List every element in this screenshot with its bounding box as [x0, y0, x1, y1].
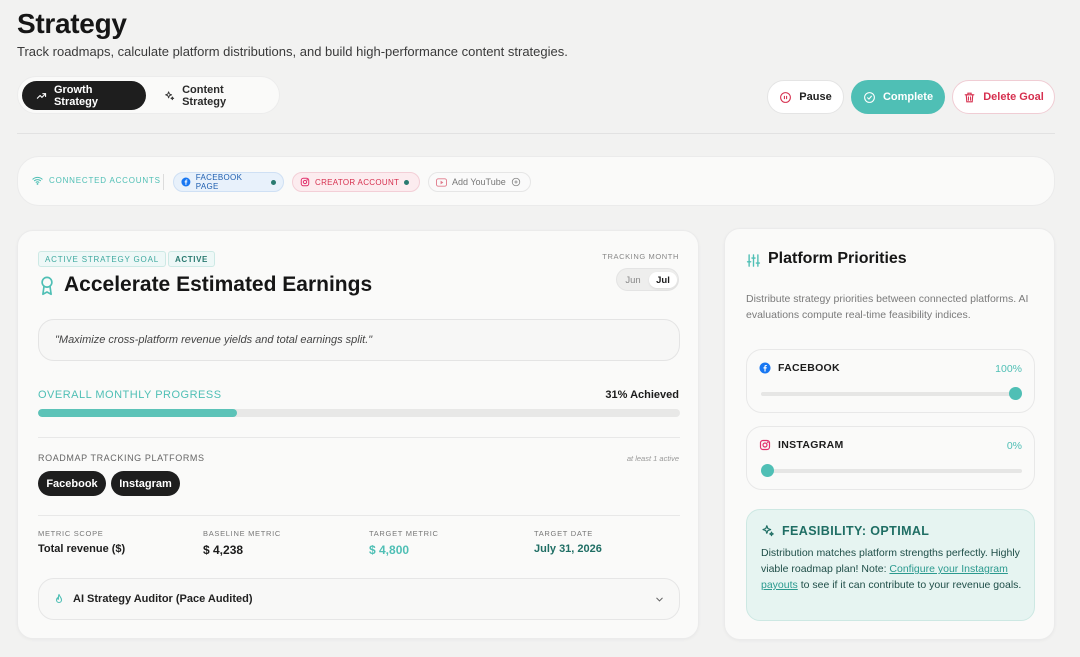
plus-circle-icon [511, 177, 520, 187]
tab-label: Content Strategy [182, 83, 227, 108]
connected-accounts-label: CONNECTED ACCOUNTS [32, 175, 161, 186]
facebook-icon [181, 177, 191, 187]
check-circle-icon [864, 91, 875, 103]
page-title: Strategy [17, 8, 127, 39]
section-divider [38, 437, 680, 438]
metric-scope-value: Total revenue ($) [38, 543, 126, 555]
progress-bar-fill [38, 409, 238, 417]
sliders-icon [746, 254, 761, 267]
goal-description: "Maximize cross-platform revenue yields … [38, 319, 680, 361]
instagram-icon [759, 439, 771, 451]
award-icon [41, 276, 53, 296]
progress-value: 31% Achieved [605, 389, 679, 401]
target-metric-value: $ 4,800 [369, 543, 410, 557]
connected-dot [404, 179, 410, 185]
delete-goal-button[interactable]: Delete Goal [952, 80, 1055, 114]
month-option-jul[interactable]: Jul [649, 272, 677, 288]
baseline-metric-value: $ 4,238 [203, 543, 244, 557]
tracking-month-toggle: Jun Jul [616, 268, 679, 291]
target-metric: TARGET METRIC $ 4,800 [369, 529, 439, 557]
facebook-priority: FACEBOOK 100% [746, 349, 1035, 413]
feasibility-panel: FEASIBILITY: OPTIMAL Distribution matche… [746, 509, 1035, 621]
platform-priorities-card: Platform Priorities Distribute strategy … [724, 228, 1055, 640]
feasibility-text: Distribution matches platform strengths … [761, 547, 1022, 591]
connected-dot [271, 179, 276, 185]
pause-button[interactable]: Pause [767, 80, 844, 114]
feasibility-title: FEASIBILITY: OPTIMAL [782, 524, 930, 538]
roadmap-platforms-hint: at least 1 active [626, 454, 679, 463]
accounts-separator [163, 174, 164, 190]
auditor-label: AI Strategy Auditor (Pace Audited) [73, 593, 253, 605]
target-date-value: July 31, 2026 [534, 543, 602, 555]
sparkles-icon [762, 525, 774, 537]
tab-growth-strategy[interactable]: Growth Strategy [22, 81, 146, 110]
youtube-icon [436, 177, 447, 187]
facebook-priority-label: FACEBOOK [778, 362, 840, 374]
slider-thumb[interactable] [761, 464, 774, 477]
section-divider [38, 515, 680, 516]
facebook-priority-percent: 100% [995, 363, 1022, 375]
month-option-jun[interactable]: Jun [619, 272, 647, 288]
instagram-priority: INSTAGRAM 0% [746, 426, 1035, 490]
instagram-account-chip[interactable]: CREATOR ACCOUNT [292, 172, 420, 192]
tab-content-strategy[interactable]: Content Strategy [150, 81, 278, 110]
ai-strategy-auditor-accordion[interactable]: AI Strategy Auditor (Pace Audited) [38, 578, 680, 620]
platform-toggle-facebook[interactable]: Facebook [38, 471, 106, 496]
pause-icon [780, 91, 792, 103]
flame-icon [55, 593, 63, 603]
header-divider [17, 133, 1055, 134]
platform-toggle-instagram[interactable]: Instagram [111, 471, 180, 496]
delete-label: Delete Goal [983, 91, 1044, 103]
trash-icon [964, 92, 975, 102]
tracking-month-label: TRACKING MONTH [602, 252, 679, 261]
baseline-metric: BASELINE METRIC $ 4,238 [203, 529, 281, 557]
complete-button[interactable]: Complete [851, 80, 945, 114]
complete-label: Complete [882, 91, 934, 103]
active-strategy-goal-tag: ACTIVE STRATEGY GOAL [38, 251, 166, 267]
add-youtube-chip[interactable]: Add YouTube [428, 172, 531, 192]
wifi-icon [32, 176, 43, 185]
goal-title: Accelerate Estimated Earnings [64, 273, 373, 296]
target-metric-label: TARGET METRIC [369, 529, 439, 538]
metric-scope: METRIC SCOPE Total revenue ($) [38, 529, 125, 555]
page-subtitle: Track roadmaps, calculate platform distr… [17, 44, 568, 59]
connected-accounts-bar: CONNECTED ACCOUNTS FACEBOOK PAGE CREATOR… [17, 156, 1055, 206]
platform-priorities-description: Distribute strategy priorities between c… [746, 293, 1029, 321]
facebook-priority-slider[interactable] [761, 387, 1022, 400]
facebook-page-chip[interactable]: FACEBOOK PAGE [173, 172, 284, 192]
instagram-icon [300, 177, 310, 187]
sparkles-icon [165, 90, 175, 100]
metric-scope-label: METRIC SCOPE [38, 529, 104, 538]
platform-priorities-title: Platform Priorities [768, 250, 907, 267]
chevron-down-icon [656, 597, 663, 602]
target-date: TARGET DATE July 31, 2026 [534, 529, 602, 555]
roadmap-platforms-label: ROADMAP TRACKING PLATFORMS [38, 453, 205, 463]
status-badge: ACTIVE [168, 251, 215, 267]
baseline-metric-label: BASELINE METRIC [203, 529, 282, 538]
instagram-priority-slider[interactable] [761, 464, 1022, 477]
instagram-priority-percent: 0% [1006, 440, 1022, 452]
tab-label: Growth Strategy [53, 83, 98, 108]
progress-label: OVERALL MONTHLY PROGRESS [38, 389, 222, 401]
progress-bar [38, 409, 680, 417]
slider-thumb[interactable] [1009, 387, 1022, 400]
target-date-label: TARGET DATE [534, 529, 593, 538]
pause-label: Pause [799, 91, 832, 103]
trending-up-icon [36, 92, 47, 99]
instagram-priority-label: INSTAGRAM [778, 439, 844, 451]
goal-card: ACTIVE STRATEGY GOAL ACTIVE Accelerate E… [17, 230, 699, 639]
facebook-icon [759, 362, 771, 374]
strategy-tabs: Growth Strategy Content Strategy [17, 76, 280, 114]
